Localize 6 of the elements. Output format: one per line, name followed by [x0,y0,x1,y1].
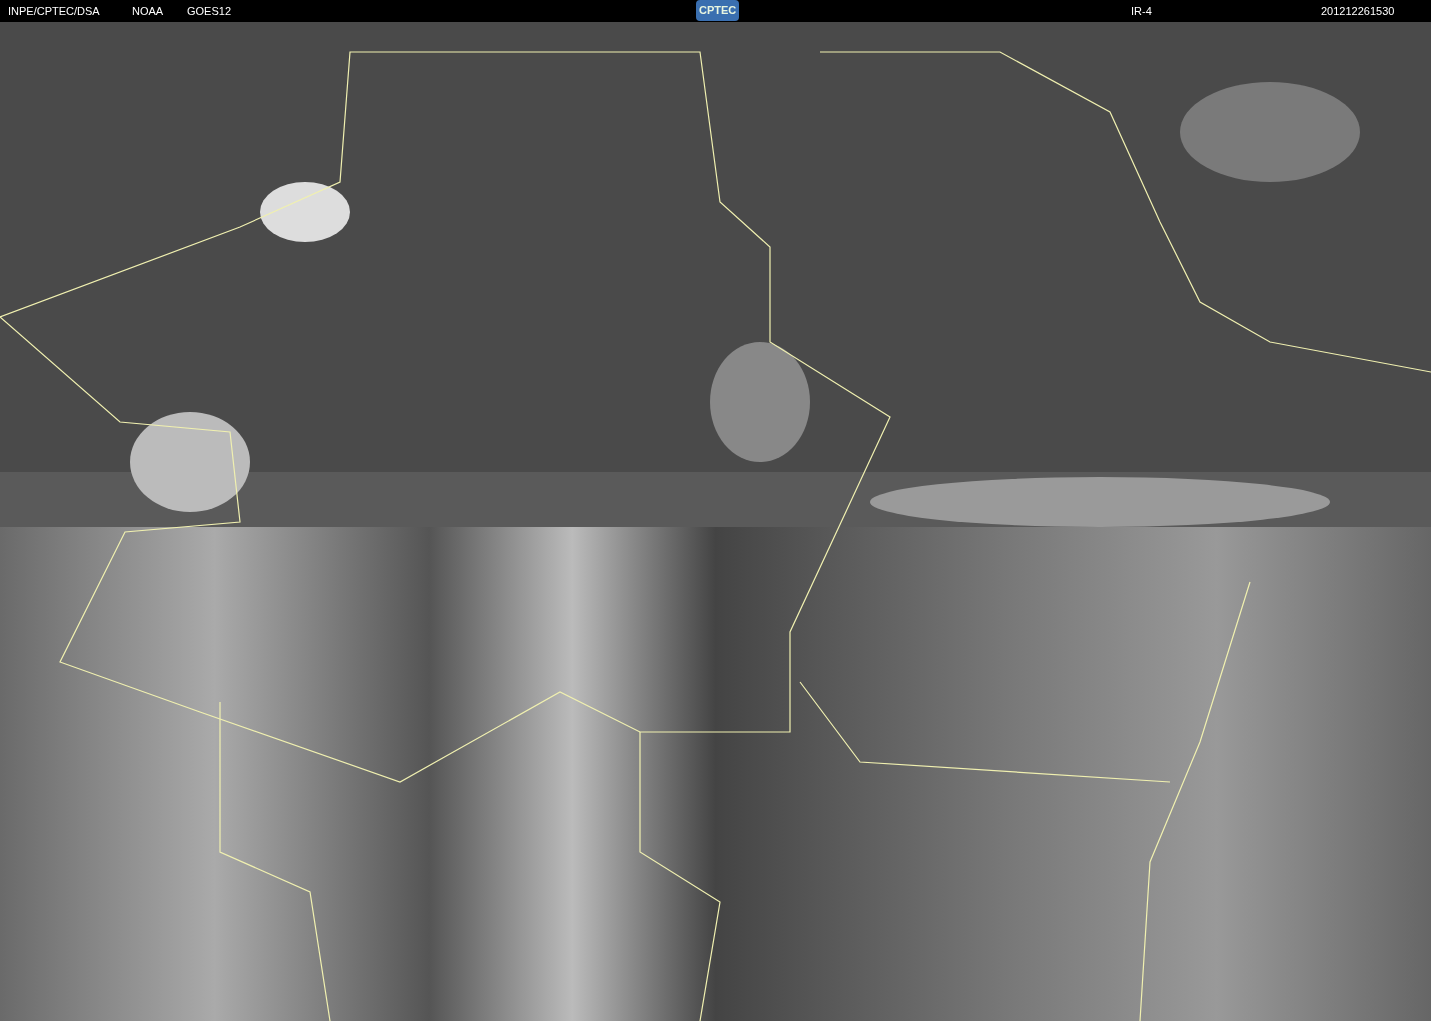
logo: CPTEC [696,0,740,21]
channel-label: IR-4 [1131,5,1152,18]
source-label: INPE/CPTEC/DSA [8,5,100,18]
agency-label: NOAA [132,5,164,18]
satellite-label: GOES12 [187,5,232,18]
timestamp-label: 201212261530 [1321,5,1395,18]
